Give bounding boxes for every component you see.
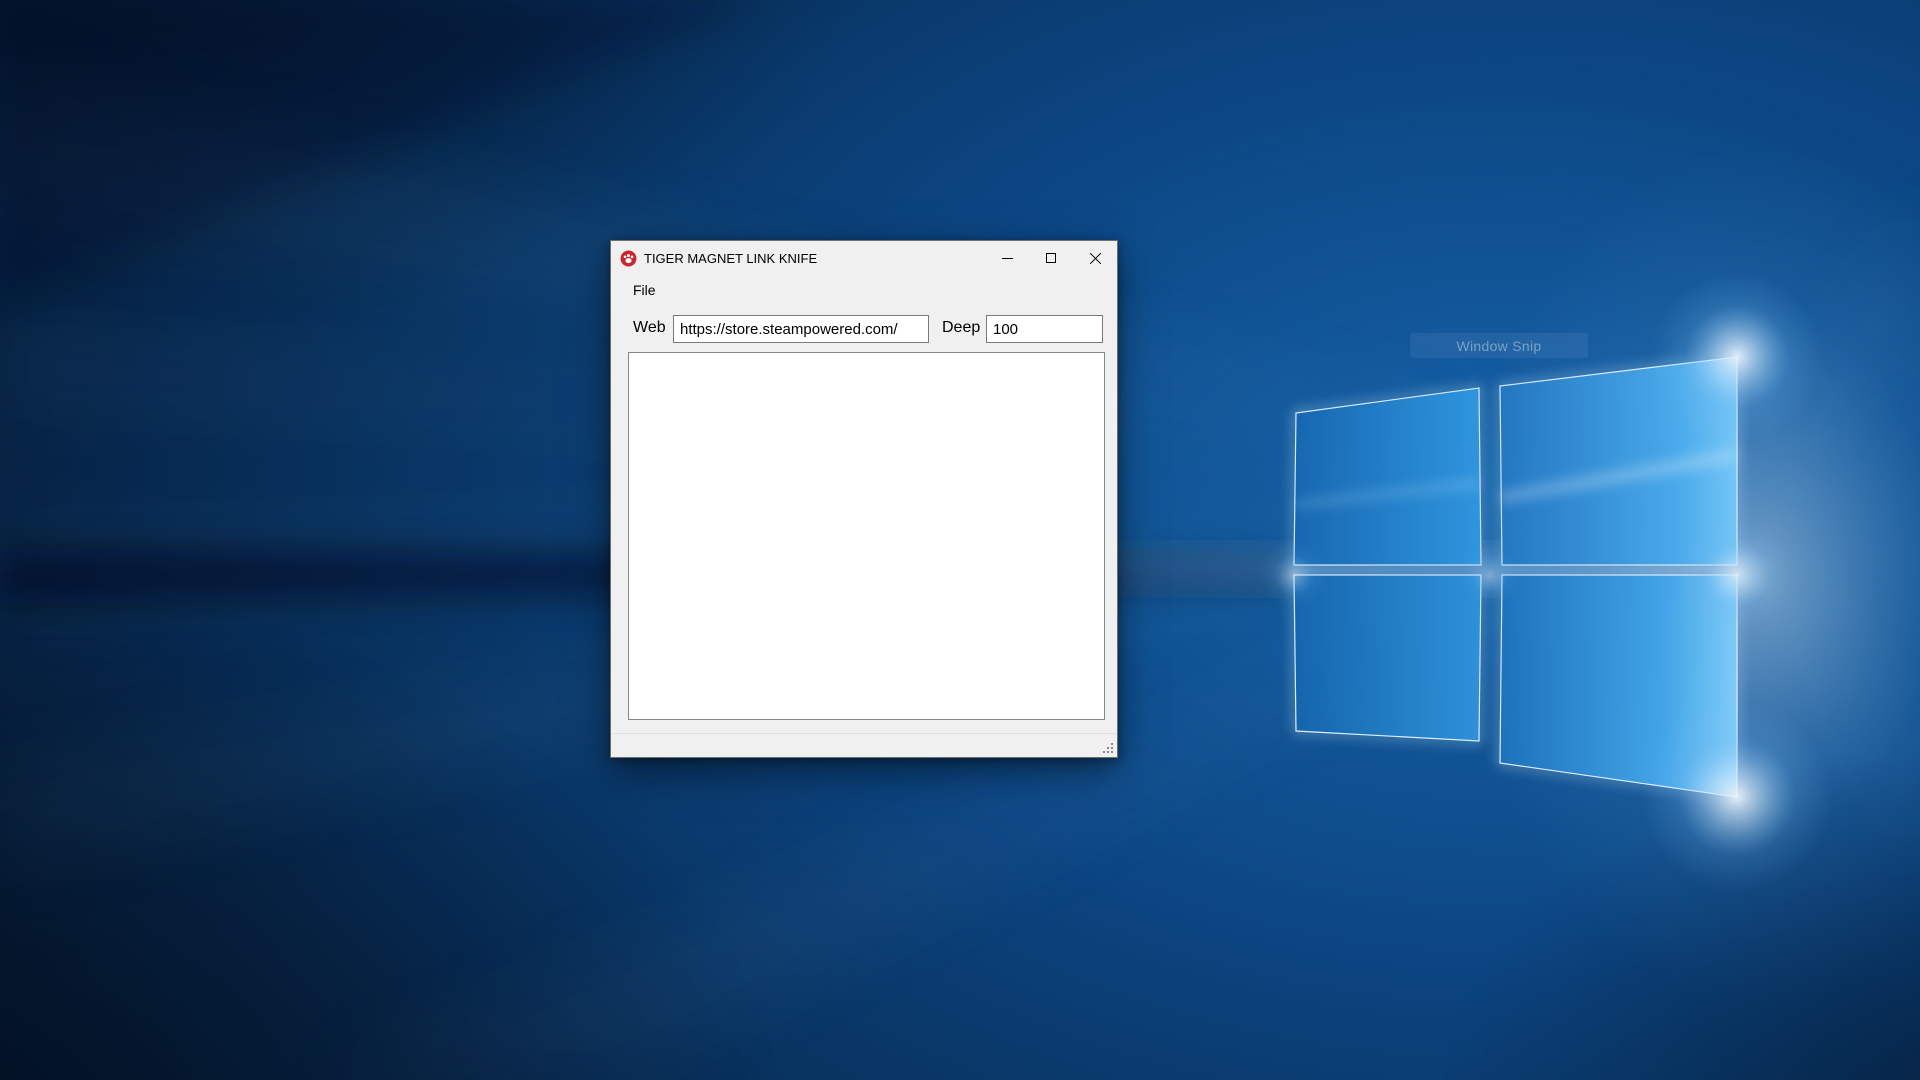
results-list[interactable] <box>628 352 1105 720</box>
form-row: Web Deep <box>611 315 1117 345</box>
menu-bar: File <box>611 275 1117 305</box>
close-button[interactable] <box>1073 241 1117 275</box>
app-window: TIGER MAGNET LINK KNIFE File Web Deep <box>610 240 1118 758</box>
window-snip-ghost-label: Window Snip <box>1456 338 1541 354</box>
title-bar: TIGER MAGNET LINK KNIFE <box>611 241 1117 275</box>
web-input[interactable] <box>673 315 929 343</box>
window-title: TIGER MAGNET LINK KNIFE <box>644 251 817 266</box>
menu-item-file[interactable]: File <box>624 278 665 302</box>
resize-grip[interactable] <box>1101 741 1115 755</box>
caption-buttons <box>985 241 1117 275</box>
maximize-button[interactable] <box>1029 241 1073 275</box>
app-paw-icon <box>620 250 637 267</box>
deep-label: Deep <box>942 319 980 337</box>
desktop: Window Snip TIGER MAGNET LINK KNIFE <box>0 0 1920 1080</box>
close-icon <box>1089 252 1102 265</box>
status-bar <box>611 733 1117 757</box>
minimize-icon <box>1002 258 1013 259</box>
deep-input[interactable] <box>986 315 1103 343</box>
web-label: Web <box>633 319 666 337</box>
window-snip-ghost: Window Snip <box>1410 333 1588 358</box>
minimize-button[interactable] <box>985 241 1029 275</box>
maximize-icon <box>1046 253 1056 263</box>
